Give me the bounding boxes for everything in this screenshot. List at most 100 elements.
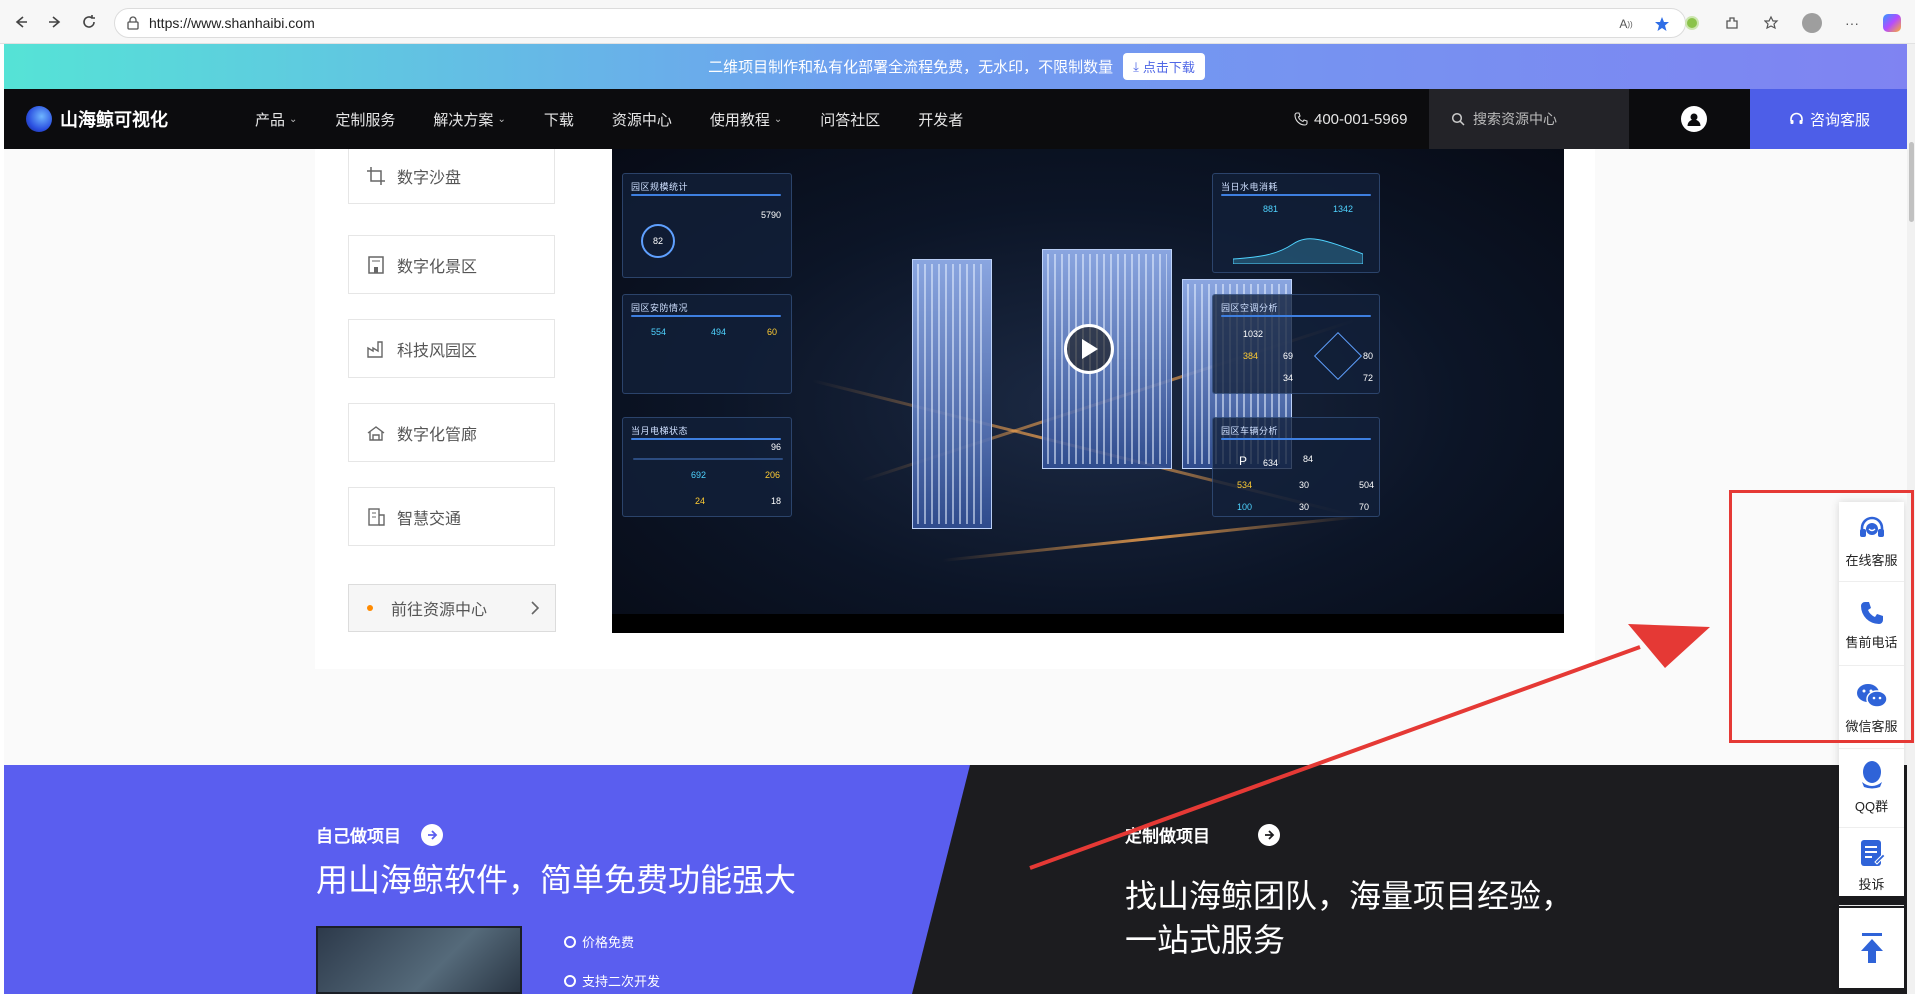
panel-value: 72 (1363, 373, 1374, 383)
copilot-icon[interactable] (1881, 12, 1903, 34)
site-navbar: 山海鲸可视化 产品 ⌄ 定制服务 解决方案 ⌄ 下载 资源中心 使用教程 ⌄ 问答社区 开发者 40… (4, 89, 1909, 149)
panel-value: 206 (765, 470, 781, 480)
phone-small-icon (1294, 112, 1308, 126)
solution-menu-item[interactable]: 数字沙盘 (348, 149, 555, 204)
panel-value: 24 (695, 496, 706, 506)
panel-value: 84 (1303, 454, 1314, 464)
diy-label: 自己做项目 (316, 827, 401, 846)
solution-video[interactable]: 园区规模统计 82 5790 当日水电消耗 881 1342 园区安防情况 55… (612, 149, 1564, 633)
dashboard-panel: 园区空调分析 1032 384 69 80 34 72 (1212, 294, 1380, 394)
panel-title: 园区车辆分析 (1221, 426, 1279, 436)
gauge-value: 82 (652, 236, 663, 246)
scrollbar-thumb[interactable] (1909, 142, 1914, 222)
feature-label: 支持二次开发 (582, 974, 661, 989)
complaint-icon (1859, 838, 1885, 868)
diy-project-link[interactable]: 自己做项目 (316, 822, 443, 847)
panel-value: 554 (651, 327, 667, 337)
nav-item[interactable]: 问答社区 (801, 109, 899, 130)
user-account-icon[interactable] (1681, 106, 1707, 132)
panel-value: 881 (1263, 204, 1279, 214)
panel-value: 34 (1283, 373, 1294, 383)
reload-icon[interactable] (76, 9, 102, 35)
extensions-icon[interactable] (1721, 12, 1743, 34)
nav-item-label: 解决方案 (433, 111, 494, 129)
feature-item: 价格免费 (564, 932, 634, 951)
extension-dot-icon[interactable] (1681, 12, 1703, 34)
highlight-box-annotation (1729, 490, 1914, 743)
panel-title: 当日水电消耗 (1221, 182, 1279, 192)
nav-item[interactable]: 产品 ⌄ (236, 109, 316, 130)
panel-title: 园区空调分析 (1221, 303, 1279, 313)
dashboard-panel: 当月电梯状态 96 692 206 24 18 (622, 417, 792, 517)
nav-item-label: 使用教程 (709, 111, 770, 129)
panel-value: 494 (711, 327, 727, 337)
building-tower (912, 259, 992, 529)
float-contact-item[interactable]: QQ群 (1839, 748, 1904, 828)
url-text: https://www.shanhaibi.com (149, 15, 315, 31)
logo-text: 山海鲸可视化 (60, 110, 168, 130)
panel-value: 96 (771, 442, 782, 452)
float-contact-label: QQ群 (1854, 799, 1889, 814)
nav-item[interactable]: 解决方案 ⌄ (414, 109, 524, 130)
hotline-number: 400-001-5969 (1314, 110, 1408, 128)
dashboard-panel: 园区安防情况 554 494 60 (622, 294, 792, 394)
consult-button[interactable]: 咨询客服 (1750, 89, 1909, 149)
software-screenshot-thumbnail (316, 926, 522, 994)
favorites-icon[interactable] (1761, 12, 1783, 34)
consult-label: 咨询客服 (1809, 111, 1870, 129)
forward-icon[interactable] (42, 9, 68, 35)
section-divider (912, 765, 970, 994)
more-icon[interactable]: ··· (1841, 12, 1863, 34)
solution-menu-item[interactable]: 智慧交通 (348, 487, 555, 546)
nav-item[interactable]: 下载 (525, 109, 593, 130)
profile-avatar-icon[interactable] (1801, 12, 1823, 34)
resource-search-input[interactable]: 搜索资源中心 (1429, 89, 1629, 149)
panel-value: 80 (1363, 351, 1374, 361)
hotline[interactable]: 400-001-5969 (1294, 89, 1407, 149)
panel-title: 园区规模统计 (631, 182, 689, 192)
search-placeholder: 搜索资源中心 (1473, 111, 1557, 127)
progress-track (633, 458, 783, 460)
goto-label: 前往资源中心 (391, 602, 488, 619)
solution-menu-item[interactable]: 数字化管廊 (348, 403, 555, 462)
custom-title-line-1: 找山海鲸团队，海量项目经验， (1125, 878, 1574, 914)
check-circle-icon (564, 974, 576, 987)
download-button[interactable]: ⤓ 点击下载 (1123, 53, 1205, 80)
nav-item[interactable]: 资源中心 (593, 109, 691, 130)
solution-menu-item[interactable]: 科技风园区 (348, 319, 555, 378)
arrow-right-icon (1258, 823, 1280, 846)
nav-item-label: 问答社区 (820, 111, 881, 129)
panel-value: 504 (1359, 480, 1375, 490)
custom-title-line-2: 一站式服务 (1125, 922, 1286, 958)
nav-item[interactable]: 开发者 (899, 109, 982, 130)
diy-title: 用山海鲸软件，简单免费功能强大 (316, 862, 797, 898)
chevron-right-icon (531, 601, 540, 615)
nav-item[interactable]: 使用教程 ⌄ (691, 109, 801, 130)
panel-underline (631, 438, 781, 440)
panel-title: 当月电梯状态 (631, 426, 689, 436)
panel-value: 70 (1359, 502, 1370, 512)
goto-resource-center-button[interactable]: 前往资源中心 (348, 584, 556, 632)
headset-small-icon (1790, 112, 1803, 124)
dashboard-panel: 园区车辆分析 P 634 84 534 30 504 100 30 70 (1212, 417, 1380, 517)
read-aloud-icon[interactable]: A)) (1615, 13, 1637, 35)
browser-actions: ··· (1681, 8, 1903, 38)
nav-item-label: 下载 (543, 111, 574, 129)
favorite-star-icon[interactable] (1651, 13, 1673, 35)
bullet-dot (367, 605, 373, 611)
nav-item-label: 资源中心 (611, 111, 672, 129)
area-sparkline (1233, 238, 1363, 264)
back-icon[interactable] (8, 9, 34, 35)
nav-item[interactable]: 定制服务 (316, 109, 414, 130)
solution-menu-item[interactable]: 数字化景区 (348, 235, 555, 294)
back-to-top-button[interactable] (1839, 908, 1904, 988)
nav-item-label: 产品 (255, 111, 286, 129)
address-bar[interactable]: https://www.shanhaibi.com A)) (114, 8, 1686, 38)
solution-menu-label: 智慧交通 (397, 510, 462, 528)
custom-project-link[interactable]: 定制做项目 (1125, 822, 1280, 847)
float-contact-item[interactable]: 投诉 (1839, 826, 1904, 906)
video-thumbnail: 园区规模统计 82 5790 当日水电消耗 881 1342 园区安防情况 55… (612, 149, 1564, 614)
play-button[interactable] (1064, 324, 1114, 374)
site-logo[interactable]: 山海鲸可视化 (26, 106, 168, 132)
feature-item: 支持二次开发 (564, 971, 660, 990)
